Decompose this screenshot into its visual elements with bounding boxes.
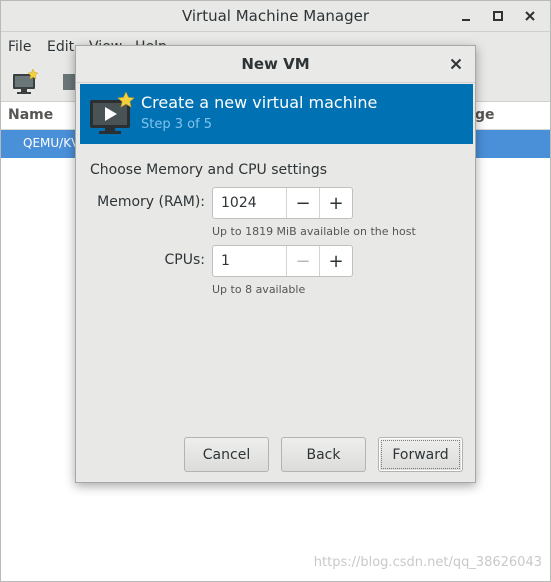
minimize-icon[interactable] xyxy=(456,6,476,26)
memory-spinbutton: 1024 − + xyxy=(212,187,353,219)
memory-increment-button[interactable]: + xyxy=(319,188,352,218)
memory-hint: Up to 1819 MiB available on the host xyxy=(212,225,416,238)
maximize-icon[interactable] xyxy=(488,6,508,26)
column-name[interactable]: Name xyxy=(8,107,53,123)
cpus-increment-button[interactable]: + xyxy=(319,246,352,276)
cpus-input[interactable]: 1 xyxy=(213,246,286,276)
cpus-hint: Up to 8 available xyxy=(212,283,306,296)
main-titlebar: Virtual Machine Manager xyxy=(1,1,550,32)
cpus-decrement-button[interactable]: − xyxy=(286,246,319,276)
dialog-titlebar: New VM xyxy=(76,46,475,83)
column-usage[interactable]: ge xyxy=(475,107,495,123)
memory-input[interactable]: 1024 xyxy=(213,188,286,218)
watermark: https://blog.csdn.net/qq_38626043 xyxy=(313,555,542,570)
memory-decrement-button[interactable]: − xyxy=(286,188,319,218)
new-vm-toolbar-button[interactable] xyxy=(11,68,41,95)
menu-edit[interactable]: Edit xyxy=(47,39,74,55)
monitor-star-icon xyxy=(13,68,39,94)
memory-label: Memory (RAM): xyxy=(97,194,205,210)
cpus-label: CPUs: xyxy=(164,252,205,268)
step-indicator: Step 3 of 5 xyxy=(141,117,213,132)
open-toolbar-icon[interactable] xyxy=(63,74,75,90)
wizard-banner: Create a new virtual machine Step 3 of 5 xyxy=(80,84,473,144)
cancel-button[interactable]: Cancel xyxy=(184,437,269,472)
dialog-title: New VM xyxy=(241,55,310,73)
cpus-spinbutton: 1 − + xyxy=(212,245,353,277)
banner-title: Create a new virtual machine xyxy=(141,93,378,112)
connection-label: QEMU/KV xyxy=(23,136,80,150)
new-vm-dialog: New VM Create a new virtual machine Step… xyxy=(75,45,476,483)
forward-button[interactable]: Forward xyxy=(378,437,463,472)
monitor-star-icon xyxy=(88,91,136,136)
menu-file[interactable]: File xyxy=(8,39,31,55)
close-icon[interactable] xyxy=(520,6,540,26)
section-title: Choose Memory and CPU settings xyxy=(90,162,328,178)
back-button[interactable]: Back xyxy=(281,437,366,472)
dialog-close-icon[interactable] xyxy=(447,55,465,73)
